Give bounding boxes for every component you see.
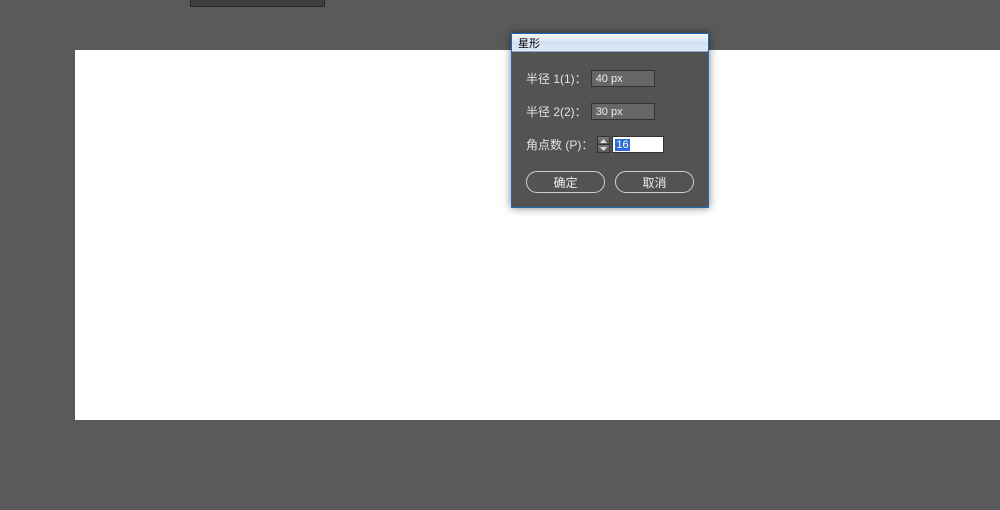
points-value-selected: 16: [615, 139, 629, 151]
chevron-down-icon: [600, 147, 607, 151]
ok-button[interactable]: 确定: [526, 171, 605, 193]
cancel-button-label: 取消: [642, 174, 666, 191]
dialog-body: 半径 1(1)： 半径 2(2)： 角点数 (P)： 16: [512, 52, 708, 207]
label-points: 角点数 (P)：: [526, 136, 593, 153]
ok-button-label: 确定: [553, 174, 577, 191]
dialog-titlebar[interactable]: 星形: [512, 34, 708, 52]
points-spinner: 16: [597, 136, 664, 153]
panel-fragment: [190, 0, 325, 7]
input-radius1[interactable]: [591, 70, 655, 87]
spinner-up-button[interactable]: [598, 137, 609, 145]
input-points[interactable]: 16: [612, 136, 664, 153]
chevron-up-icon: [600, 139, 607, 143]
cancel-button[interactable]: 取消: [615, 171, 694, 193]
spinner-buttons: [597, 136, 610, 153]
dialog-title: 星形: [518, 35, 540, 51]
field-radius1: 半径 1(1)：: [526, 70, 694, 87]
input-radius2[interactable]: [591, 103, 655, 120]
field-radius2: 半径 2(2)：: [526, 103, 694, 120]
field-points: 角点数 (P)： 16: [526, 136, 694, 153]
dialog-button-row: 确定 取消: [526, 171, 694, 193]
star-dialog: 星形 半径 1(1)： 半径 2(2)： 角点数 (P)：: [511, 33, 709, 208]
label-radius1: 半径 1(1)：: [526, 70, 587, 87]
spinner-down-button[interactable]: [598, 145, 609, 152]
label-radius2: 半径 2(2)：: [526, 103, 587, 120]
